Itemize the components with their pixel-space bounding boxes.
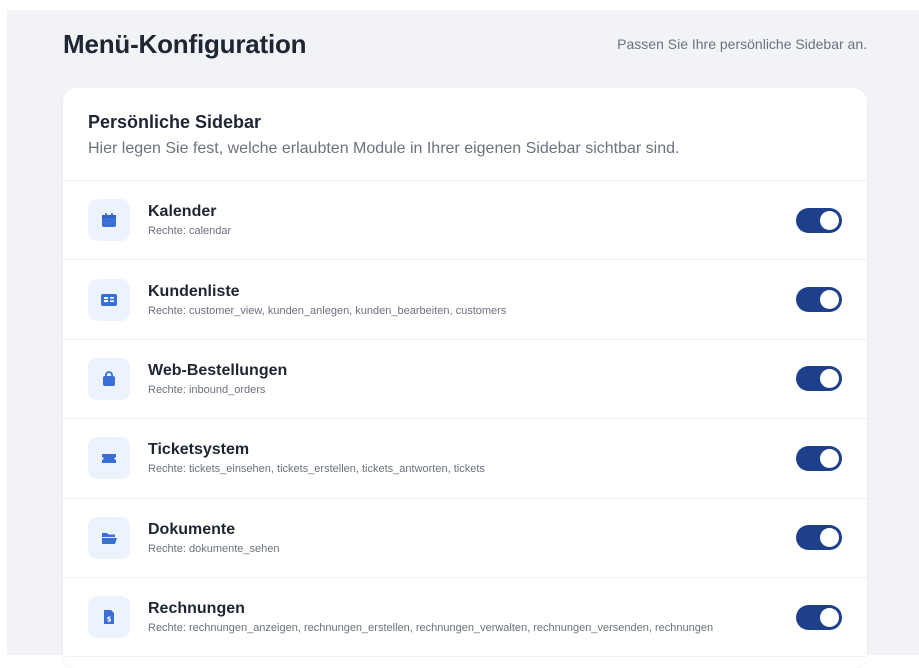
shopping-bag-icon — [88, 357, 130, 400]
toggle-knob — [820, 210, 839, 230]
module-rights: Rechte: dokumente_sehen — [148, 542, 280, 555]
module-title: Ticketsystem — [148, 441, 250, 459]
page-background: Menü-Konfiguration Passen Sie Ihre persö… — [7, 10, 919, 668]
toggle-knob — [820, 290, 839, 310]
module-info: Ticketsystem Rechte: tickets_einsehen, t… — [148, 440, 796, 476]
module-row-kundenliste: Kundenliste Rechte: customer_view, kunde… — [63, 260, 867, 340]
toggle-ticketsystem[interactable] — [796, 445, 842, 471]
toggle-kalender[interactable] — [796, 207, 842, 233]
page-subtitle: Passen Sie Ihre persönliche Sidebar an. — [617, 36, 867, 52]
toggle-dokumente[interactable] — [796, 525, 842, 551]
module-title: Dokumente — [148, 520, 236, 538]
toggle-knob — [820, 528, 839, 548]
module-title: Web-Bestellungen — [148, 361, 288, 379]
folder-open-icon — [88, 516, 130, 559]
calendar-icon — [88, 199, 130, 242]
module-title: Rechnungen — [148, 600, 245, 618]
module-row-ticketsystem: Ticketsystem Rechte: tickets_einsehen, t… — [63, 419, 867, 499]
module-info: Kundenliste Rechte: customer_view, kunde… — [148, 282, 796, 318]
module-rights: Rechte: calendar — [148, 225, 232, 238]
module-info: Dokumente Rechte: dokumente_sehen — [148, 520, 796, 556]
sidebar-settings-card: Persönliche Sidebar Hier legen Sie fest,… — [63, 88, 867, 668]
module-rights: Rechte: inbound_orders — [148, 383, 266, 396]
toggle-knob — [820, 607, 839, 627]
card-header: Persönliche Sidebar Hier legen Sie fest,… — [63, 88, 867, 181]
page-header: Menü-Konfiguration Passen Sie Ihre persö… — [63, 26, 867, 62]
module-title: Kalender — [148, 203, 217, 221]
toggle-web-bestellungen[interactable] — [796, 366, 842, 392]
module-rights: Rechte: rechnungen_anzeigen, rechnungen_… — [148, 622, 714, 635]
page-title: Menü-Konfiguration — [63, 28, 307, 59]
card-description: Hier legen Sie fest, welche erlaubten Mo… — [88, 140, 680, 157]
svg-text:$: $ — [107, 616, 112, 624]
toggle-knob — [820, 448, 839, 468]
toggle-kundenliste[interactable] — [796, 287, 842, 313]
module-rights: Rechte: tickets_einsehen, tickets_erstel… — [148, 463, 485, 476]
toggle-knob — [820, 369, 839, 389]
module-rights: Rechte: customer_view, kunden_anlegen, k… — [148, 304, 507, 317]
toggle-rechnungen[interactable] — [796, 604, 842, 630]
id-card-icon — [88, 278, 130, 321]
module-info: Kalender Rechte: calendar — [148, 202, 796, 238]
module-row-kalender: Kalender Rechte: calendar — [63, 181, 867, 261]
module-row-rechnungen: $ Rechnungen Rechte: rechnungen_anzeigen… — [63, 578, 867, 658]
module-info: Rechnungen Rechte: rechnungen_anzeigen, … — [148, 599, 796, 635]
module-info: Web-Bestellungen Rechte: inbound_orders — [148, 361, 796, 397]
module-title: Kundenliste — [148, 282, 240, 300]
card-title: Persönliche Sidebar — [88, 112, 262, 132]
invoice-icon: $ — [88, 596, 130, 639]
ticket-icon — [88, 437, 130, 480]
module-row-web-bestellungen: Web-Bestellungen Rechte: inbound_orders — [63, 340, 867, 420]
module-row-dokumente: Dokumente Rechte: dokumente_sehen — [63, 499, 867, 578]
